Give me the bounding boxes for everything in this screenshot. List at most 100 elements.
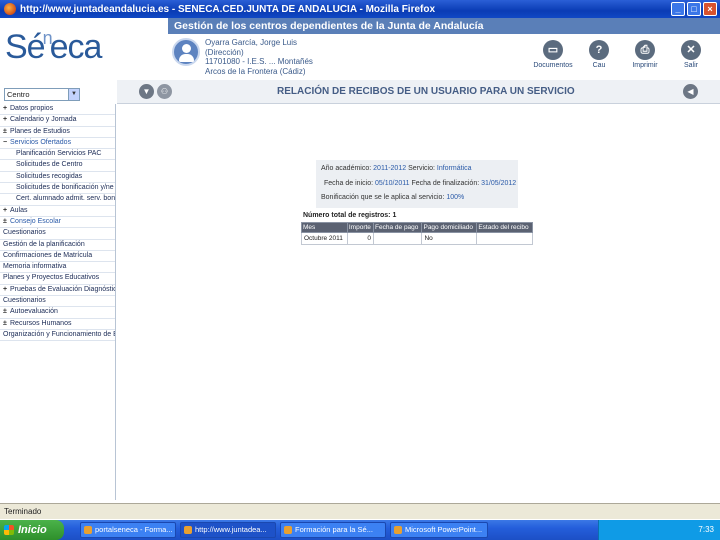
sidebar-item[interactable]: Cuestionarios (0, 228, 115, 240)
sidebar-item-label: Aulas (10, 206, 28, 214)
table-header-row: Mes Importe Fecha de pago Pago domicilia… (301, 222, 533, 233)
sidebar-item[interactable]: Planes y Proyectos Educativos (0, 273, 115, 285)
sidebar-item-label: Confirmaciones de Matrícula (3, 251, 93, 259)
sidebar-item-label: Calendario y Jornada (10, 116, 77, 124)
salir-button[interactable]: ✕ Salir (668, 40, 714, 69)
sidebar-item[interactable]: ± Consejo Escolar (0, 217, 115, 229)
table-row[interactable]: Octubre 2011 0 No (301, 232, 533, 245)
cell-fecha-pago (373, 232, 423, 245)
anio-servicio-line: Año académico: 2011-2012 Servicio: Infor… (321, 165, 472, 172)
taskbar-item[interactable]: Microsoft PowerPoint... (390, 522, 488, 538)
expand-toggle-icon[interactable]: + (3, 206, 10, 216)
expand-toggle-icon[interactable]: − (3, 138, 10, 148)
sidebar-item[interactable]: Confirmaciones de Matrícula (0, 251, 115, 263)
system-tray: 7:33 (598, 520, 720, 540)
sidebar-item[interactable]: ± Recursos Humanos (0, 319, 115, 330)
cell-estado (476, 232, 533, 245)
app-header: Gestión de los centros dependientes de l… (0, 18, 720, 78)
sidebar-item[interactable]: ± Planes de Estudios (0, 127, 115, 138)
sidebar-item-label: Planes de Estudios (10, 127, 70, 135)
users-icon[interactable]: ⚇ (157, 84, 172, 99)
taskbar-item[interactable]: http://www.juntadea... (180, 522, 276, 538)
sidebar-item-label: Servicios Ofertados (10, 138, 72, 146)
back-arrow-icon[interactable]: ◀ (683, 84, 698, 99)
cell-importe: 0 (346, 232, 375, 245)
user-line: 11701080 - I.E.S. ... Montañés (205, 57, 313, 66)
status-bar: Terminado (0, 503, 720, 519)
expand-toggle-icon[interactable]: ± (3, 319, 10, 329)
sidebar-item-label: Datos propios (10, 105, 54, 112)
expand-toggle-icon[interactable]: + (3, 104, 10, 114)
header-banner: Gestión de los centros dependientes de l… (168, 18, 720, 34)
sidebar-item[interactable]: − Servicios Ofertados (0, 138, 115, 150)
sidebar-item-label: Consejo Escolar (10, 217, 61, 225)
start-button[interactable]: Inicio (0, 520, 64, 540)
exit-icon: ✕ (681, 40, 701, 60)
tray-clock: 7:33 (698, 525, 714, 534)
sidebar-item-label: Gestión de la planificación (3, 240, 85, 248)
user-info: Oyarra García, Jorge Luis (Dirección) 11… (205, 38, 313, 76)
minimize-button[interactable]: _ (671, 2, 685, 16)
cell-mes: Octubre 2011 (301, 232, 348, 245)
sidebar-item[interactable]: Solicitudes de bonificación y/ne (0, 183, 115, 195)
sidebar-item-label: Autoevaluación (10, 308, 58, 316)
column-header[interactable]: Fecha de pago (373, 222, 423, 233)
documents-icon: ▭ (543, 40, 563, 60)
chevron-down-icon: ▼ (68, 89, 79, 100)
taskbar-item[interactable]: Formación para la Sé... (280, 522, 386, 538)
sidebar-item-label: Pruebas de Evaluación Diagnóstica (10, 285, 115, 293)
expand-toggle-icon[interactable]: ± (3, 217, 10, 227)
sidebar-item[interactable]: Memoria informativa (0, 262, 115, 274)
sidebar-item[interactable]: + Datos propios (0, 104, 115, 116)
sidebar-item[interactable]: + Aulas (0, 206, 115, 217)
service-info-box: Año académico: 2011-2012 Servicio: Infor… (316, 160, 518, 208)
sidebar-item[interactable]: Solicitudes de Centro (0, 160, 115, 172)
sidebar-item-label: Planificación Servicios PAC (16, 150, 102, 158)
cell-domiciliado: No (421, 232, 478, 245)
sidebar-item[interactable]: Gestión de la planificación (0, 240, 115, 251)
expand-toggle-icon[interactable]: ± (3, 307, 10, 317)
column-header[interactable]: Mes (301, 222, 348, 233)
maximize-button[interactable]: □ (687, 2, 701, 16)
column-header[interactable]: Estado del recibo (476, 222, 533, 233)
expand-toggle-icon[interactable]: + (3, 285, 10, 295)
user-line: Arcos de la Frontera (Cádiz) (205, 66, 306, 76)
sidebar-item-label: Memoria informativa (3, 263, 67, 271)
menu-down-icon[interactable]: ▼ (139, 84, 154, 99)
sidebar-item[interactable]: Organización y Funcionamiento de Bib. (0, 330, 115, 342)
taskbar: Inicio portalseneca - Forma... http://ww… (0, 520, 720, 540)
sidebar-item[interactable]: + Calendario y Jornada (0, 115, 115, 127)
sidebar-item-label: Solicitudes de bonificación y/ne (16, 184, 114, 192)
imprimir-button[interactable]: ⎙ Imprimir (622, 40, 668, 69)
window-title: http://www.juntadeandalucia.es - SENECA.… (20, 3, 436, 15)
seneca-logo[interactable]: Séneca (5, 28, 102, 67)
printer-icon: ⎙ (635, 40, 655, 60)
sidebar-item[interactable]: Planificación Servicios PAC (0, 149, 115, 161)
close-window-button[interactable]: × (703, 2, 717, 16)
centro-select[interactable]: Centro ▼ (4, 88, 80, 101)
main-toolbar: ▼ ⚇ RELACIÓN DE RECIBOS DE UN USUARIO PA… (117, 80, 720, 104)
taskbar-item[interactable]: portalseneca - Forma... (80, 522, 176, 538)
sidebar-item-label: Organización y Funcionamiento de Bib. (3, 330, 115, 338)
firefox-icon (4, 3, 16, 15)
sidebar-item[interactable]: ± Autoevaluación (0, 307, 115, 319)
centro-row: Centro ▼ (0, 86, 116, 102)
column-header[interactable]: Pago domiciliado (421, 222, 478, 233)
page-title: RELACIÓN DE RECIBOS DE UN USUARIO PARA U… (277, 86, 575, 97)
expand-toggle-icon[interactable]: ± (3, 127, 10, 137)
banner-text: Gestión de los centros dependientes de l… (174, 20, 484, 32)
sidebar-item[interactable]: Solicitudes recogidas (0, 172, 115, 184)
bonificacion-line: Bonificación que se le aplica al servici… (321, 194, 465, 201)
fechas-line: Fecha de inicio: 05/10/2011 Fecha de fin… (324, 180, 517, 187)
window-title-bar[interactable]: http://www.juntadeandalucia.es - SENECA.… (0, 0, 720, 18)
documentos-button[interactable]: ▭ Documentos (530, 40, 576, 69)
sidebar-item[interactable]: Cert. alumnado admit. serv. bonif. (0, 194, 115, 206)
sidebar-item-label: Recursos Humanos (10, 319, 72, 327)
user-icon (172, 38, 200, 66)
sidebar-item-label: Cuestionarios (3, 297, 46, 305)
cau-button[interactable]: ? Cau (576, 40, 622, 69)
sidebar-item[interactable]: + Pruebas de Evaluación Diagnóstica (0, 285, 115, 297)
column-header[interactable]: Importe (346, 222, 375, 233)
expand-toggle-icon[interactable]: + (3, 115, 10, 125)
sidebar-item[interactable]: Cuestionarios (0, 296, 115, 308)
